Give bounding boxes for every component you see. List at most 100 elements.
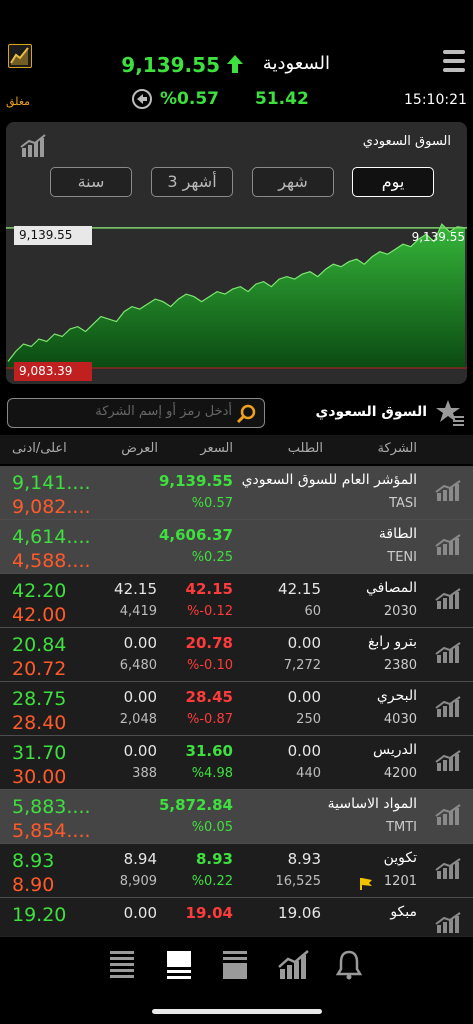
bid-quantity: 250 (296, 712, 321, 727)
table-row[interactable]: بترو رابغ 2380 0.00 7,272 20.78 %-0.10 0.00 6,4… (0, 628, 473, 682)
table-row[interactable]: الطاقة TENI 4,606.37 %0.25 4,614.... 4,588...… (0, 520, 473, 574)
last-price: 9,139.55 (158, 472, 233, 490)
day-low: 4,588.... (12, 550, 91, 572)
tab-portfolio-icon[interactable] (166, 949, 196, 981)
search-box[interactable]: أدخل رمز أو إسم الشركة (7, 398, 265, 428)
company-code: 2030 (383, 604, 417, 619)
day-high: 42.20 (12, 580, 67, 602)
search-icon[interactable] (236, 403, 258, 429)
row-chart-icon[interactable] (435, 534, 461, 560)
menu-icon[interactable] (443, 50, 465, 72)
change-percent: %4.98 (191, 766, 233, 781)
bid-quantity: 7,272 (283, 658, 321, 673)
col-ask: العرض (121, 441, 158, 456)
range-3months-button[interactable]: 3 أشهر (151, 167, 233, 197)
last-price: 4,606.37 (158, 526, 233, 544)
row-chart-icon[interactable] (435, 642, 461, 668)
day-low: 5,854.... (12, 820, 91, 842)
bid-price: 0.00 (287, 742, 321, 760)
ask-quantity: 8,909 (119, 874, 157, 889)
app-logo-icon[interactable] (8, 44, 32, 68)
day-low: 30.00 (12, 766, 67, 788)
company-name: الطاقة (378, 526, 417, 542)
change-percent: %-0.12 (187, 604, 233, 619)
company-name: المواد الاساسية (327, 796, 417, 812)
col-bid: الطلب (287, 441, 323, 456)
day-high: 19.20 (12, 904, 67, 926)
day-low: 8.90 (12, 874, 55, 896)
ask-price: 0.00 (123, 634, 157, 652)
back-arrow-icon[interactable] (132, 89, 152, 109)
table-row[interactable]: المصافي 2030 42.15 60 42.15 %-0.12 42.15 4,419 4… (0, 574, 473, 628)
row-chart-icon[interactable] (435, 696, 461, 722)
row-chart-icon[interactable] (435, 804, 461, 830)
last-price: 8.93 (195, 850, 233, 868)
range-year-button[interactable]: سنة (50, 167, 132, 197)
flag-icon (359, 876, 373, 895)
day-high: 20.84 (12, 634, 67, 656)
change-percent: %0.57 (160, 89, 219, 109)
company-name: المؤشر العام للسوق السعودي (241, 472, 417, 488)
ask-quantity: 2,048 (119, 712, 157, 727)
clock-time: 15:10:21 (404, 92, 467, 108)
change-percent: %0.57 (191, 496, 233, 511)
bid-price: 19.06 (278, 904, 321, 922)
chart-title: السوق السعودي (362, 134, 451, 149)
bid-price: 0.00 (287, 634, 321, 652)
tab-watchlist-icon[interactable] (222, 949, 252, 981)
day-low: 20.72 (12, 658, 67, 680)
table-row[interactable]: تكوين 1201 8.93 16,525 8.93 %0.22 8.94 8,909 8.9… (0, 844, 473, 898)
range-month-button[interactable]: شهر (252, 167, 334, 197)
company-name: بترو رابغ (367, 634, 417, 650)
search-input[interactable]: أدخل رمز أو إسم الشركة (95, 404, 232, 419)
row-chart-icon[interactable] (435, 912, 461, 936)
ask-price: 0.00 (123, 904, 157, 922)
change-percent: %0.05 (191, 820, 233, 835)
app-screen: 9,139.55 السعودية مغلق %0.57 51.42 15:10… (0, 0, 473, 1024)
index-value: 9,139.55 (121, 53, 220, 77)
company-code: TENI (387, 550, 417, 565)
last-price: 5,872.84 (158, 796, 233, 814)
day-high: 4,614.... (12, 526, 91, 548)
chart-type-icon[interactable] (20, 134, 46, 162)
tab-alerts-bell-icon[interactable] (335, 949, 365, 981)
change-percent: %-0.10 (187, 658, 233, 673)
company-code: 4200 (383, 766, 417, 781)
day-high: 28.75 (12, 688, 67, 710)
bid-quantity: 16,525 (275, 874, 322, 889)
last-price: 19.04 (185, 904, 233, 922)
index-name: السعودية (262, 53, 330, 74)
day-high: 5,883.... (12, 796, 91, 818)
ask-price: 0.00 (123, 742, 157, 760)
range-day-button[interactable]: يوم (352, 167, 434, 197)
favorites-star-icon[interactable] (435, 398, 465, 432)
bid-price: 42.15 (278, 580, 321, 598)
table-row[interactable]: المؤشر العام للسوق السعودي TASI 9,139.55 %0… (0, 466, 473, 520)
row-chart-icon[interactable] (435, 588, 461, 614)
ask-price: 42.15 (114, 580, 157, 598)
day-high: 9,141.... (12, 472, 91, 494)
row-chart-icon[interactable] (435, 750, 461, 776)
table-row[interactable]: المواد الاساسية TMTI 5,872.84 %0.05 5,883...… (0, 790, 473, 844)
table-row[interactable]: البحري 4030 0.00 250 28.45 %-0.87 0.00 2,048 28.… (0, 682, 473, 736)
ask-price: 8.94 (123, 850, 157, 868)
last-price: 42.15 (185, 580, 233, 598)
last-price: 31.60 (185, 742, 233, 760)
col-price: السعر (200, 441, 233, 456)
table-header: الشركة الطلب السعر العرض اعلى/ادنى (0, 435, 473, 464)
up-arrow-icon (226, 54, 244, 78)
bid-price: 8.93 (287, 850, 321, 868)
day-low: 42.00 (12, 604, 67, 626)
day-low: 9,082.... (12, 496, 91, 518)
row-chart-icon[interactable] (435, 858, 461, 884)
table-row[interactable]: مبكو 19.06 19.04 0.00 19.20 (0, 898, 473, 936)
table-row[interactable]: الدريس 4200 0.00 440 31.60 %4.98 0.00 388 31.70 3… (0, 736, 473, 790)
change-percent: %0.22 (191, 874, 233, 889)
ask-price: 0.00 (123, 688, 157, 706)
tab-list-icon[interactable] (109, 949, 139, 981)
tab-chart-icon[interactable] (278, 949, 309, 981)
row-chart-icon[interactable] (435, 480, 461, 506)
col-high-low: اعلى/ادنى (12, 441, 67, 456)
chart-area-series (8, 224, 465, 368)
day-high: 8.93 (12, 850, 55, 872)
